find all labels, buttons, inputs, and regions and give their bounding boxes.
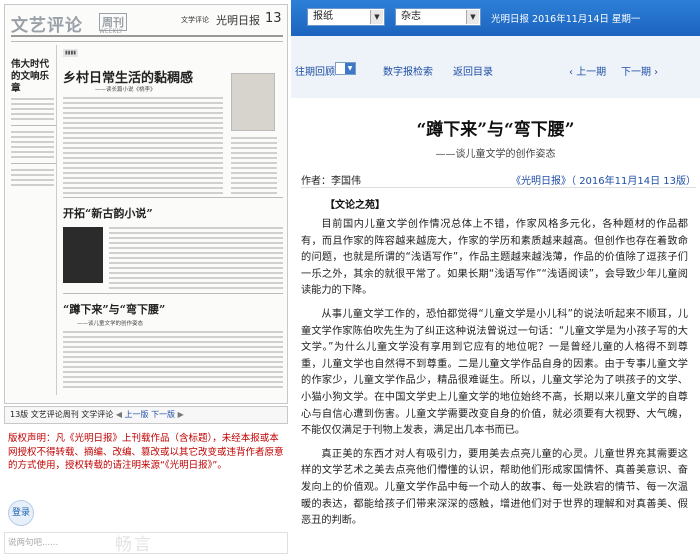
side-text-line bbox=[11, 113, 54, 115]
back-issues-link[interactable]: 往期回顾 bbox=[295, 63, 335, 78]
side-text-line bbox=[11, 108, 54, 110]
side-text-line bbox=[11, 103, 54, 105]
main-headline[interactable]: 乡村日常生活的黏稠感 bbox=[63, 67, 193, 86]
comment-input[interactable] bbox=[8, 536, 108, 550]
source-info: 《光明日报》（ 2016年11月14日 13版） bbox=[511, 176, 696, 187]
column-label: 【文论之苑】 bbox=[325, 200, 385, 211]
comment-box: 畅言 bbox=[4, 532, 288, 554]
side-text-line bbox=[11, 131, 54, 133]
side-rule bbox=[11, 125, 56, 126]
chevron-down-icon[interactable]: ▼ bbox=[370, 10, 383, 24]
masthead-page-number: 13 bbox=[265, 11, 282, 26]
article-paragraph: 从事儿童文学工作的，恐怕都觉得“儿童文学是小儿科”的说法听起来不顺耳，儿童文学作… bbox=[301, 308, 688, 437]
next-issue-link[interactable]: 下一期 › bbox=[621, 63, 658, 78]
section-divider bbox=[63, 197, 283, 198]
side-text-line bbox=[11, 156, 54, 158]
main-text-block bbox=[63, 97, 223, 197]
masthead-title: 文艺评论 bbox=[11, 16, 83, 36]
side-headline[interactable]: 伟大时代的文响乐章 bbox=[11, 59, 56, 95]
masthead-weekly-en: WEEKLY bbox=[99, 28, 123, 35]
third-text-block bbox=[63, 331, 283, 391]
issue-period-select[interactable]: ▼ bbox=[335, 62, 356, 75]
side-text-line bbox=[11, 151, 54, 153]
book-cover-image bbox=[231, 73, 275, 131]
comment-watermark-logo: 畅言 bbox=[115, 535, 153, 554]
magazine-value: 杂志 bbox=[401, 11, 421, 22]
byline-divider bbox=[301, 187, 696, 188]
publication-type-value: 报纸 bbox=[313, 11, 333, 22]
newspaper-page-thumbnail[interactable]: 文艺评论 周刊 WEEKLY 文学评论 光明日报 13 伟大时代的文响乐章 ▮▮… bbox=[4, 4, 288, 404]
prev-page-link[interactable]: 上一版 bbox=[125, 410, 149, 419]
article-paragraph: 真正美的东西才对人有吸引力，要用美去点亮儿童的心灵。儿童世界充其需要这样的文学艺… bbox=[301, 448, 688, 527]
masthead-rule bbox=[11, 41, 283, 42]
separator: ◀ bbox=[115, 410, 125, 419]
magazine-select[interactable]: 杂志 ▼ bbox=[395, 8, 481, 26]
article-body: 目前国内儿童文学创作情况总体上不错，作家风格多元化，各种题材的作品都有，而且作家… bbox=[301, 217, 688, 537]
copyright-notice: 版权声明：凡《光明日报》上刊载作品（含标题），未经本报或本网授权不得转载、摘编、… bbox=[8, 433, 284, 471]
return-to-index-link[interactable]: 返回目录 bbox=[453, 63, 493, 78]
article-pane: 报纸 ▼ 杂志 ▼ 光明日报 2016年11月14日 星期一 往期回顾 ▼ 数字… bbox=[291, 0, 700, 554]
side-rule bbox=[11, 163, 56, 164]
issue-date-info: 光明日报 2016年11月14日 星期一 bbox=[491, 14, 641, 25]
article-subtitle: ——谈儿童文学的创作姿态 bbox=[435, 149, 556, 160]
side-column[interactable]: 伟大时代的文响乐章 bbox=[11, 45, 57, 395]
issue-navigation-bar: 往期回顾 ▼ 数字报检索 返回目录 ‹ 上一期 下一期 › bbox=[291, 36, 700, 98]
side-text-line bbox=[11, 118, 54, 120]
prev-issue-label[interactable]: 上一期 bbox=[576, 67, 606, 78]
side-text-line bbox=[11, 184, 54, 186]
masthead-section: 文学评论 bbox=[181, 16, 209, 24]
main-text-block-right bbox=[231, 137, 277, 197]
side-text-line bbox=[11, 136, 54, 138]
next-page-link[interactable]: 下一版 bbox=[151, 410, 175, 419]
side-text-line bbox=[11, 146, 54, 148]
chevron-down-icon[interactable]: ▼ bbox=[345, 63, 355, 74]
masthead-paper-logo: 光明日报 bbox=[216, 14, 260, 27]
paper-search-link[interactable]: 数字报检索 bbox=[383, 63, 433, 78]
page-masthead: 文艺评论 周刊 WEEKLY 文学评论 光明日报 13 bbox=[11, 11, 283, 37]
page-label: 13版 文艺评论周刊 文学评论 bbox=[10, 410, 114, 419]
side-text-line bbox=[11, 174, 54, 176]
book-cover-dark-image bbox=[63, 227, 103, 283]
section-tag: ▮▮▮▮ bbox=[63, 49, 79, 57]
section-divider bbox=[63, 293, 283, 294]
side-text-line bbox=[11, 141, 54, 143]
login-button[interactable]: 登录 bbox=[8, 500, 34, 526]
third-headline[interactable]: “蹲下来”与“弯下腰” bbox=[63, 301, 165, 317]
article-title: “蹲下来”与“弯下腰” bbox=[416, 120, 575, 140]
prev-issue-link[interactable]: ‹ 上一期 bbox=[569, 63, 606, 78]
article-paragraph: 目前国内儿童文学创作情况总体上不错，作家风格多元化，各种题材的作品都有，而且作家… bbox=[301, 219, 688, 297]
page-navigation-bar: 13版 文艺评论周刊 文学评论 ◀ 上一版 下一版 ▶ bbox=[4, 406, 288, 424]
side-text-line bbox=[11, 179, 54, 181]
side-text-line bbox=[11, 98, 54, 100]
third-subheadline: ——谈儿童文学的创作姿态 bbox=[77, 321, 144, 327]
main-subheadline: ——读长篇小说《桃李》 bbox=[95, 87, 156, 93]
side-text-line bbox=[11, 169, 54, 171]
chevron-down-icon[interactable]: ▼ bbox=[466, 10, 479, 24]
next-arrow-icon[interactable]: ▶ bbox=[175, 410, 184, 419]
newspaper-page-pane: 文艺评论 周刊 WEEKLY 文学评论 光明日报 13 伟大时代的文响乐章 ▮▮… bbox=[0, 0, 291, 554]
second-headline[interactable]: 开拓“新古韵小说” bbox=[63, 205, 153, 221]
publication-type-select[interactable]: 报纸 ▼ bbox=[307, 8, 385, 26]
second-text-block bbox=[109, 227, 283, 292]
byline: 作者：李国伟 《光明日报》（ 2016年11月14日 13版） bbox=[301, 172, 696, 187]
author-name: 作者：李国伟 bbox=[301, 176, 361, 187]
next-issue-label[interactable]: 下一期 bbox=[621, 67, 651, 78]
top-bar: 报纸 ▼ 杂志 ▼ 光明日报 2016年11月14日 星期一 bbox=[291, 0, 700, 36]
